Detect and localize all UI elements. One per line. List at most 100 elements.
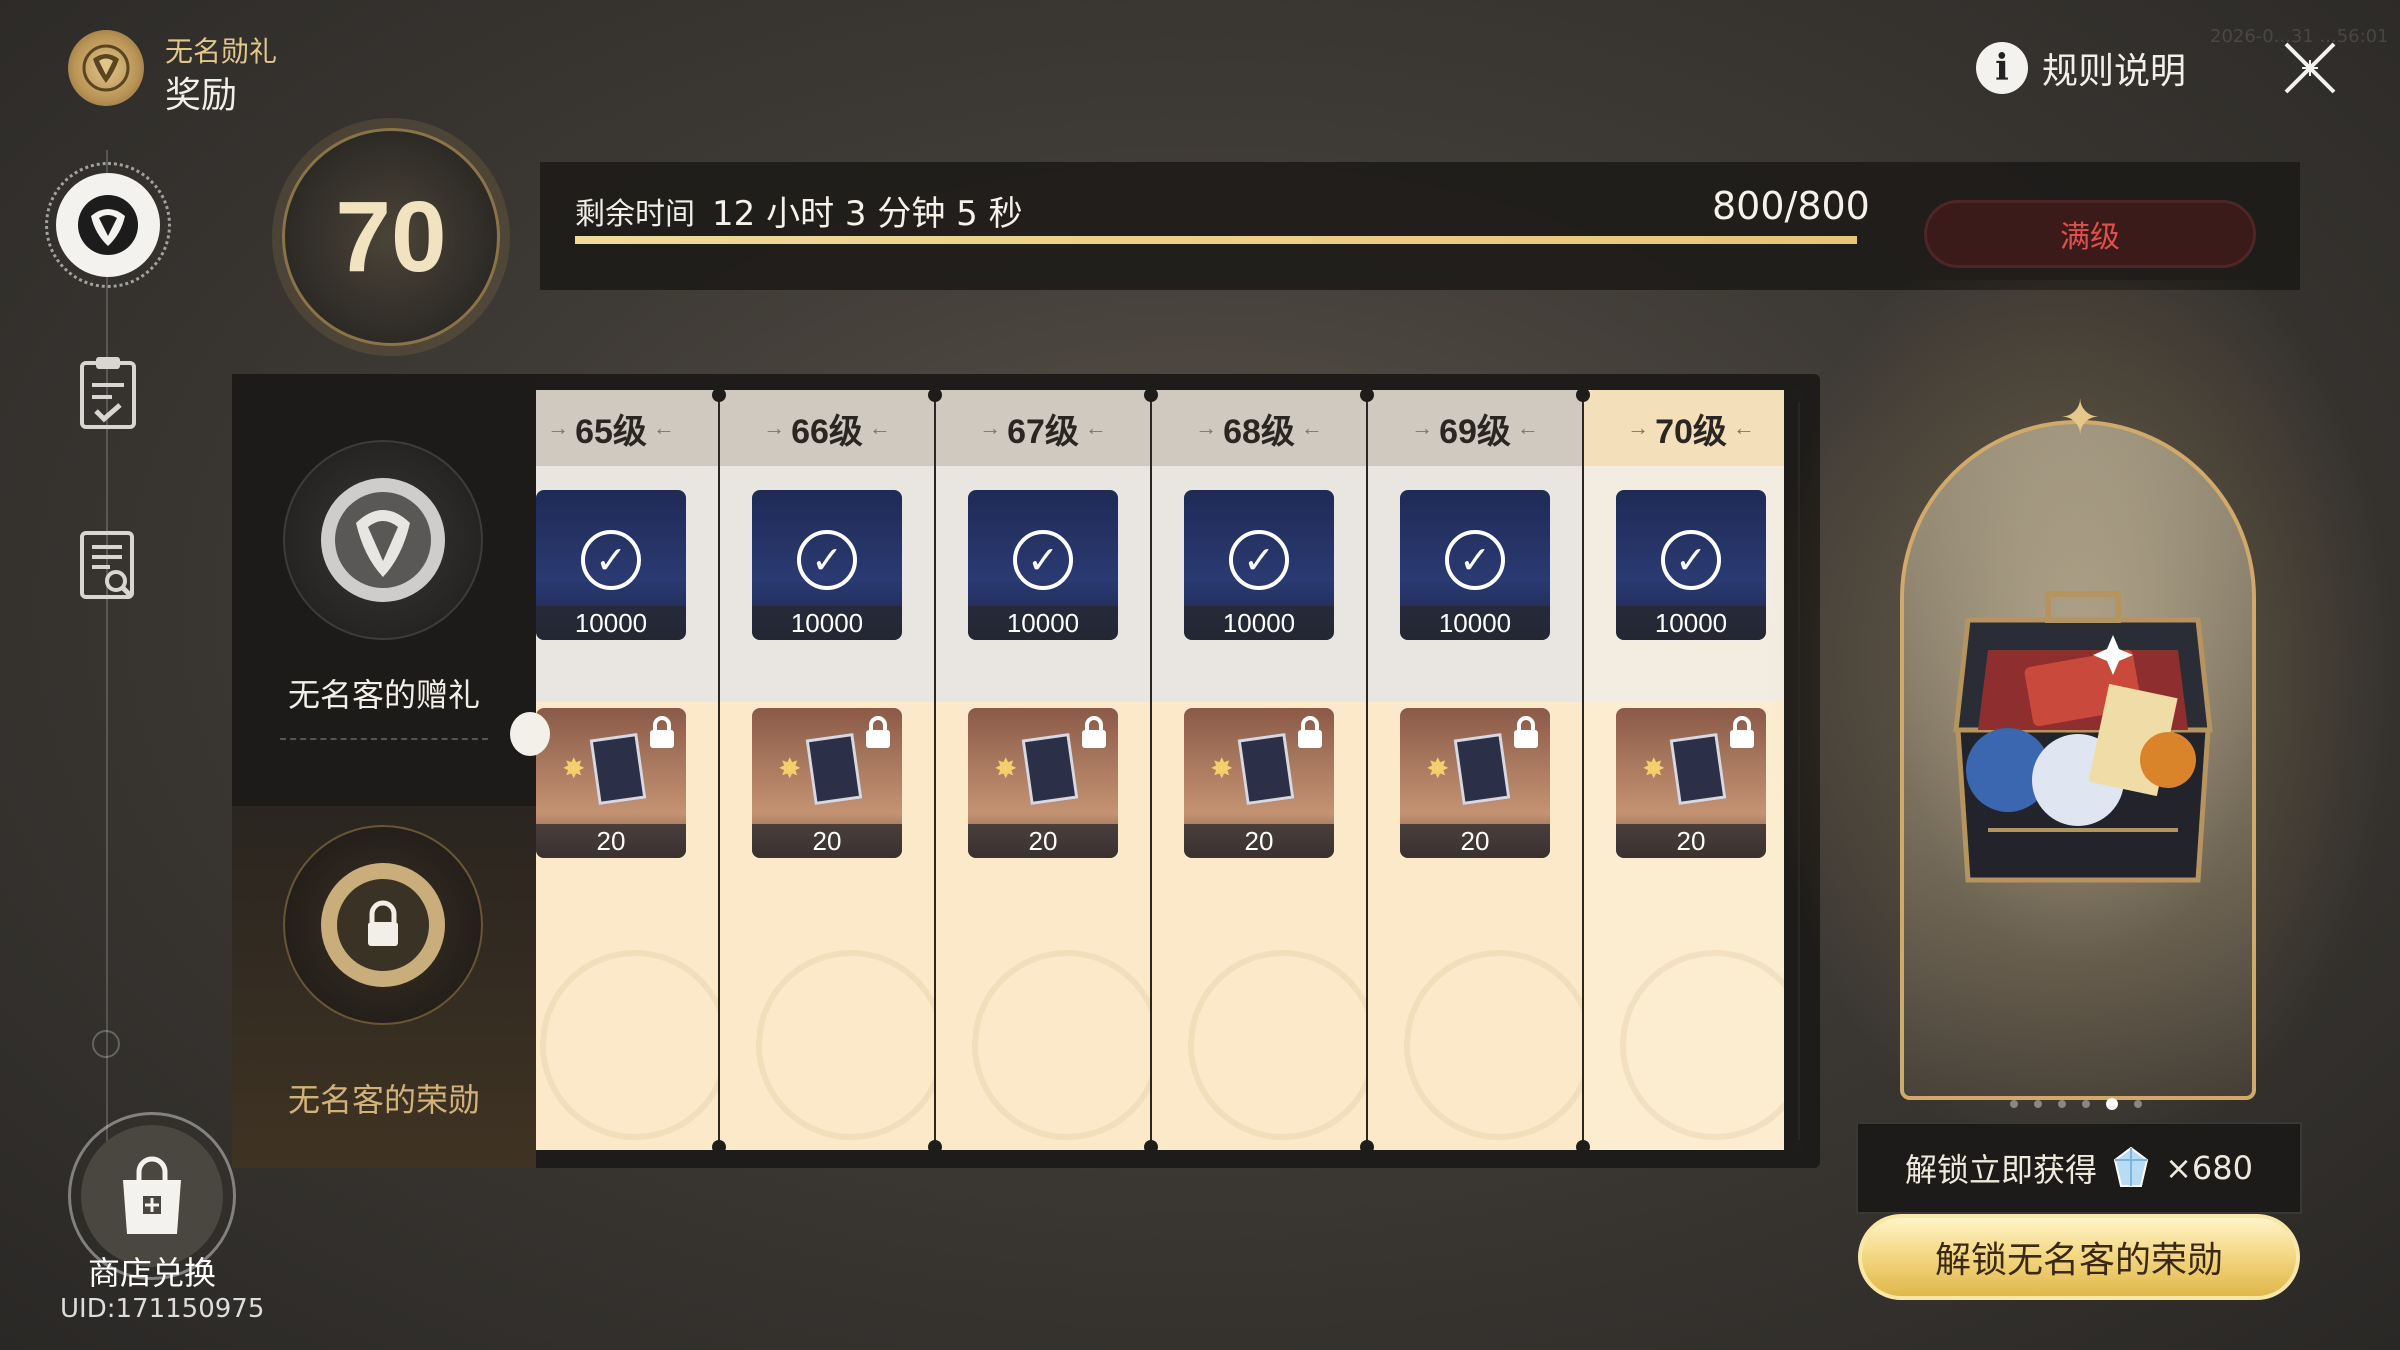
claimed-check-icon: ✓ bbox=[581, 530, 641, 590]
premium-reward-qty: 20 bbox=[1184, 824, 1334, 858]
free-reward-item[interactable]: ✓ 10000 bbox=[536, 490, 686, 640]
premium-reward-qty: 20 bbox=[752, 824, 902, 858]
track-divider-nub bbox=[510, 712, 550, 756]
carousel-dot[interactable] bbox=[2034, 1100, 2042, 1108]
free-reward-qty: 10000 bbox=[1184, 606, 1334, 640]
free-track-emblem-icon bbox=[283, 440, 483, 640]
level-header: → 67级 ← bbox=[936, 390, 1150, 466]
free-reward-item[interactable]: ✓ 10000 bbox=[968, 490, 1118, 640]
premium-reward-item[interactable]: ✸ 20 bbox=[536, 708, 686, 858]
watermark-seal-icon bbox=[756, 950, 946, 1140]
book-icon bbox=[1021, 732, 1079, 806]
level-column[interactable]: →70级←✓10000✦✸20 bbox=[1584, 390, 1784, 1150]
lock-icon bbox=[1514, 716, 1538, 748]
level-column[interactable]: →68级←✓10000✦✸20 bbox=[1152, 390, 1378, 1150]
column-pin bbox=[928, 388, 942, 402]
rules-button[interactable]: i 规则说明 bbox=[1976, 42, 2186, 94]
level-emblem: 70 bbox=[282, 128, 500, 346]
column-pin bbox=[1576, 388, 1590, 402]
free-reward-area: ✓ 10000 bbox=[1584, 466, 1784, 702]
page-title: 奖励 bbox=[165, 75, 238, 116]
lock-icon bbox=[866, 716, 890, 748]
sparkle-icon: ✸ bbox=[1426, 752, 1450, 785]
free-reward-item[interactable]: ✓ 10000 bbox=[752, 490, 902, 640]
unlock-bonus-count: ×680 bbox=[2165, 1149, 2253, 1187]
decor-dash: ← bbox=[652, 415, 675, 440]
carousel-dot[interactable] bbox=[2010, 1100, 2018, 1108]
level-header: → 69级 ← bbox=[1368, 390, 1582, 466]
stellar-jade-icon bbox=[2113, 1146, 2149, 1187]
unlock-premium-button[interactable]: 解锁无名客的荣勋 bbox=[1858, 1214, 2300, 1300]
level-header: → 65级 ← bbox=[536, 390, 718, 466]
decor-dash: ← bbox=[868, 415, 891, 440]
column-divider bbox=[718, 392, 720, 1144]
column-divider bbox=[1798, 392, 1800, 1144]
exp-progress-fill bbox=[575, 236, 1857, 244]
claimed-check-icon: ✓ bbox=[1013, 530, 1073, 590]
level-column[interactable]: →69级←✓10000✦✸20 bbox=[1368, 390, 1594, 1150]
free-reward-qty: 10000 bbox=[1400, 606, 1550, 640]
info-icon: i bbox=[1976, 42, 2028, 94]
level-column[interactable]: →67级←✓10000✦✸20 bbox=[936, 390, 1162, 1150]
level-label: 69级 bbox=[1439, 412, 1511, 451]
nav-rail-dot bbox=[92, 1030, 120, 1058]
carousel-dot[interactable] bbox=[2106, 1098, 2118, 1110]
lock-icon bbox=[1082, 716, 1106, 748]
free-reward-qty: 10000 bbox=[536, 606, 686, 640]
clipboard-check-icon bbox=[80, 357, 136, 429]
premium-reward-item[interactable]: ✸ 20 bbox=[1184, 708, 1334, 858]
column-pin bbox=[1144, 388, 1158, 402]
level-column[interactable]: →66级←✓10000✦✸20 bbox=[720, 390, 946, 1150]
remaining-time-label: 剩余时间 bbox=[575, 197, 695, 232]
free-reward-area: ✓ 10000 bbox=[720, 466, 934, 702]
premium-reward-item[interactable]: ✸ 20 bbox=[752, 708, 902, 858]
nav-missions-button[interactable] bbox=[68, 348, 148, 438]
carousel-dot[interactable] bbox=[2058, 1100, 2066, 1108]
max-level-button[interactable]: 满级 bbox=[1924, 200, 2256, 268]
free-reward-area: ✓ 10000 bbox=[1152, 466, 1366, 702]
sparkle-icon: ✸ bbox=[994, 752, 1018, 785]
book-icon bbox=[589, 732, 647, 806]
column-divider bbox=[1582, 392, 1584, 1144]
premium-track-label: 无名客的荣勋 bbox=[287, 1081, 480, 1119]
unlock-bonus-info: 解锁立即获得 ×680 bbox=[1856, 1122, 2302, 1214]
track-separator bbox=[280, 738, 488, 740]
player-uid: UID:171150975 bbox=[60, 1294, 265, 1324]
level-reward-columns: →65级←✓10000✦✸20→66级←✓10000✦✸20→67级←✓1000… bbox=[536, 390, 1784, 1150]
column-pin bbox=[1792, 388, 1806, 402]
column-pin bbox=[712, 388, 726, 402]
level-label: 68级 bbox=[1223, 412, 1295, 451]
premium-reward-item[interactable]: ✸ 20 bbox=[968, 708, 1118, 858]
carousel-dot[interactable] bbox=[2082, 1100, 2090, 1108]
carousel-indicator[interactable] bbox=[2010, 1098, 2142, 1110]
column-pin bbox=[1576, 1140, 1590, 1154]
close-button[interactable] bbox=[2280, 38, 2340, 98]
book-icon bbox=[805, 732, 863, 806]
level-column[interactable]: →65级←✓10000✦✸20 bbox=[536, 390, 730, 1150]
premium-reward-qty: 20 bbox=[536, 824, 686, 858]
premium-reward-item[interactable]: ✸ 20 bbox=[1616, 708, 1766, 858]
free-reward-item[interactable]: ✓ 10000 bbox=[1400, 490, 1550, 640]
decor-dash: → bbox=[763, 415, 786, 440]
free-reward-qty: 10000 bbox=[1616, 606, 1766, 640]
nav-rewards-button[interactable] bbox=[45, 162, 171, 288]
premium-reward-item[interactable]: ✸ 20 bbox=[1400, 708, 1550, 858]
free-reward-item[interactable]: ✓ 10000 bbox=[1616, 490, 1766, 640]
decor-dash: → bbox=[1411, 415, 1434, 440]
decor-dash: ← bbox=[1516, 415, 1539, 440]
carousel-dot[interactable] bbox=[2134, 1100, 2142, 1108]
decor-dash: → bbox=[1195, 415, 1218, 440]
nav-rail bbox=[106, 150, 108, 1150]
nav-records-button[interactable] bbox=[68, 520, 148, 610]
level-header: → 70级 ← bbox=[1584, 390, 1784, 466]
treasure-chest-icon bbox=[1898, 580, 2268, 920]
column-pin bbox=[1360, 388, 1374, 402]
column-pin bbox=[1360, 1140, 1374, 1154]
rules-label: 规则说明 bbox=[2042, 51, 2187, 92]
free-reward-item[interactable]: ✓ 10000 bbox=[1184, 490, 1334, 640]
column-divider bbox=[934, 392, 936, 1144]
nameless-honor-logo-icon bbox=[68, 30, 144, 106]
header-subtitle: 无名勋礼 bbox=[165, 35, 278, 68]
decor-dash: ← bbox=[1732, 415, 1755, 440]
column-pin bbox=[928, 1140, 942, 1154]
